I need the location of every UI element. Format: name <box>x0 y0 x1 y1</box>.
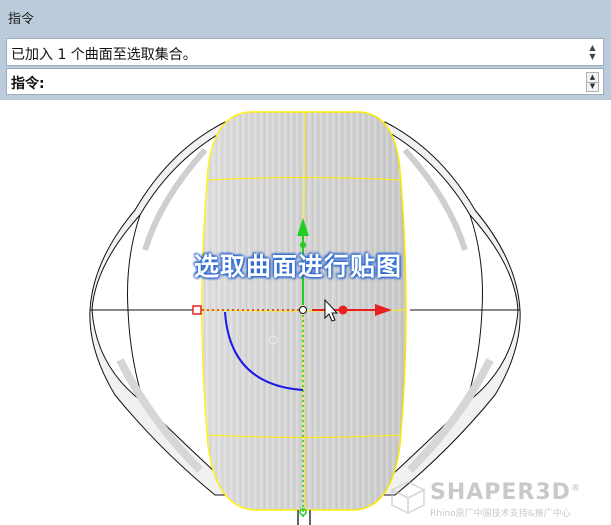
command-panel: 指令 已加入 1 个曲面至选取集合。 ▲ ▼ 指令: ▲ ▼ <box>0 0 611 100</box>
command-history[interactable]: 已加入 1 个曲面至选取集合。 ▲ ▼ <box>6 38 604 66</box>
watermark-brand: SHAPER3D <box>430 480 571 505</box>
history-scrollbar[interactable]: ▲ ▼ <box>586 41 599 63</box>
gumball-origin[interactable] <box>299 306 307 314</box>
spin-up-icon[interactable]: ▲ <box>587 73 598 82</box>
watermark: SHAPER3D® Rhino原厂中国技术支持&推广中心 <box>430 480 581 519</box>
command-prompt-label: 指令: <box>11 76 45 92</box>
scroll-down-icon[interactable]: ▼ <box>589 52 595 61</box>
bottom-stand <box>297 508 311 525</box>
viewport-canvas[interactable] <box>0 100 611 525</box>
command-prompt-spinner[interactable]: ▲ ▼ <box>586 72 599 92</box>
gumball-x-scale-ball[interactable] <box>338 305 348 315</box>
watermark-registered-mark: ® <box>570 483 581 494</box>
3d-viewport[interactable]: 选取曲面进行贴图 SHAPER3D® Rhino原厂中国技术支持&推广中心 <box>0 100 611 525</box>
command-panel-title: 指令 <box>8 12 35 27</box>
overlay-caption: 选取曲面进行贴图 <box>194 252 403 281</box>
command-prompt[interactable]: 指令: ▲ ▼ <box>6 68 604 95</box>
gumball-scale-handle[interactable] <box>192 305 202 315</box>
scroll-up-icon[interactable]: ▲ <box>589 43 595 52</box>
command-history-text: 已加入 1 个曲面至选取集合。 <box>11 47 197 63</box>
spin-down-icon[interactable]: ▼ <box>587 81 598 92</box>
watermark-subtitle: Rhino原厂中国技术支持&推广中心 <box>430 509 571 519</box>
